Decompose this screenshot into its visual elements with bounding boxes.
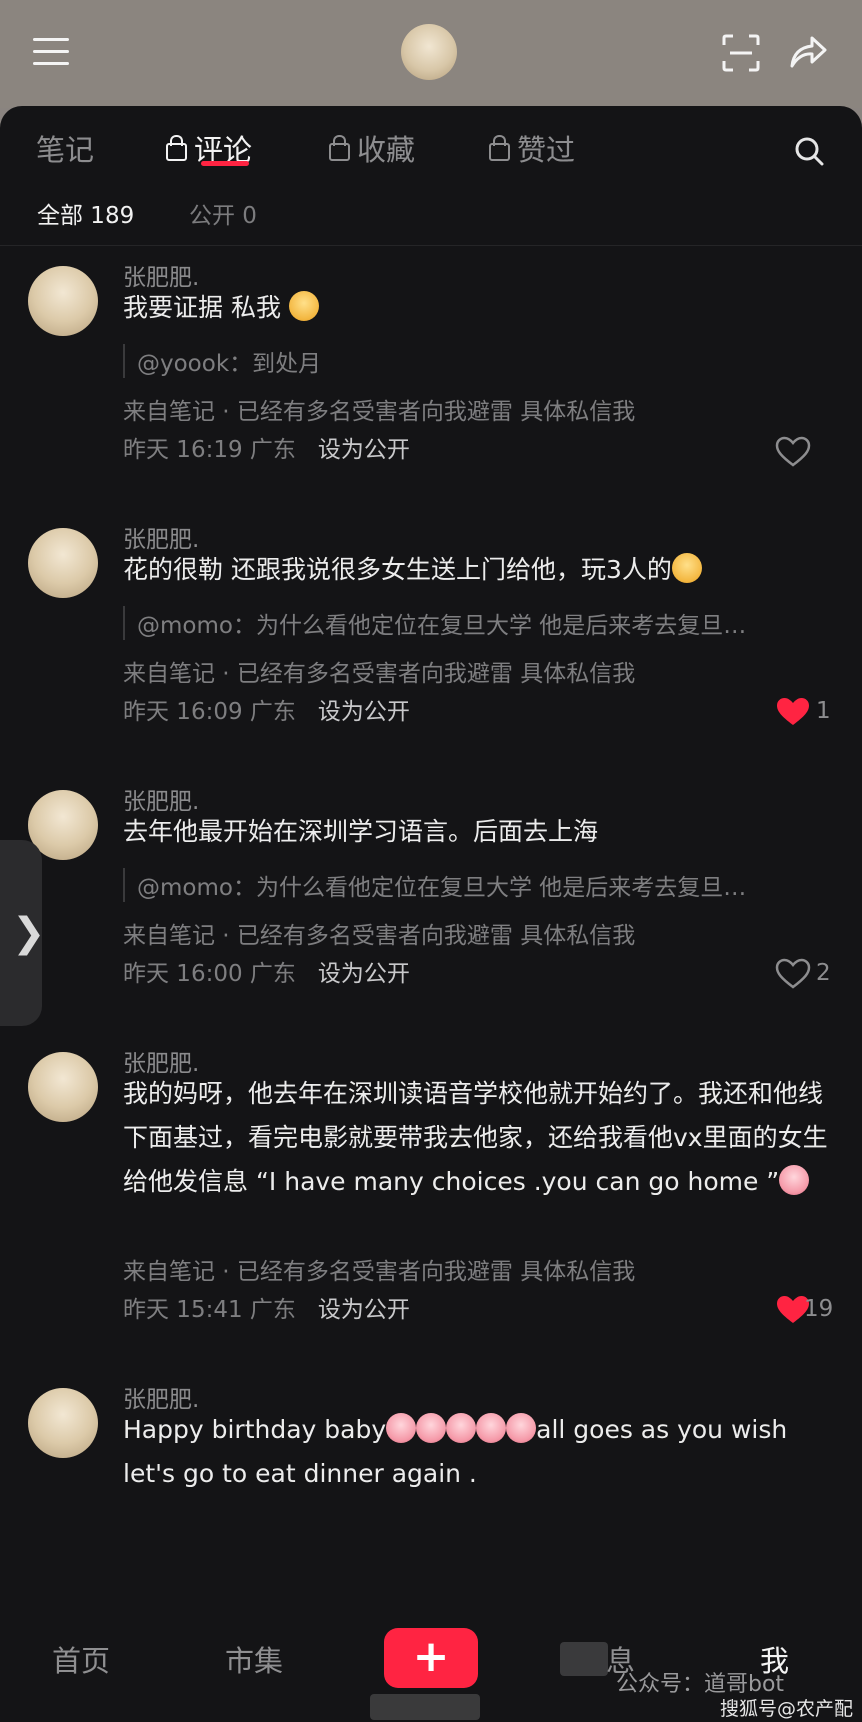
nav-home[interactable]: 首页 — [52, 1638, 110, 1680]
heart-outline-icon[interactable] — [775, 436, 811, 468]
comment-meta: 昨天 16:09 广东 设为公开 — [123, 692, 410, 726]
comment-text: 我的妈呀，他去年在深圳读语音学校他就开始约了。我还和他线下面基过，看完电影就要带… — [123, 1079, 828, 1196]
search-icon[interactable] — [794, 136, 824, 166]
divider — [0, 245, 862, 246]
tab-liked[interactable]: 赞过 — [489, 130, 575, 170]
comment-meta: 昨天 16:00 广东 设为公开 — [123, 954, 410, 988]
lock-icon — [166, 135, 187, 161]
pig-emoji-icon — [476, 1413, 507, 1443]
active-tab-indicator — [201, 161, 249, 166]
filter-public[interactable]: 公开 0 — [189, 196, 257, 230]
comment-text: 去年他最开始在深圳学习语言。后面去上海 — [123, 817, 599, 846]
avatar[interactable] — [28, 1388, 98, 1458]
profile-avatar[interactable] — [401, 24, 457, 80]
blurred-region — [560, 1642, 608, 1676]
menu-icon[interactable] — [33, 38, 69, 66]
plus-icon: + — [412, 1631, 450, 1682]
tab-notes[interactable]: 笔记 — [36, 130, 94, 170]
blurred-region — [370, 1694, 480, 1720]
comment-time: 昨天 16:09 广东 — [123, 699, 296, 725]
comment-quote[interactable]: @yoook：到处月 — [123, 344, 847, 378]
pig-emoji-icon — [416, 1413, 447, 1443]
add-post-button[interactable]: + — [384, 1628, 478, 1688]
pig-emoji-icon — [386, 1413, 417, 1443]
make-public-button[interactable]: 设为公开 — [318, 961, 410, 987]
comment-quote[interactable]: @momo：为什么看他定位在复旦大学 他是后来考去复旦… — [123, 606, 847, 640]
lock-icon — [329, 135, 350, 161]
make-public-button[interactable]: 设为公开 — [318, 437, 410, 463]
make-public-button[interactable]: 设为公开 — [318, 1297, 410, 1323]
tab-bar: 笔记 评论 收藏 赞过 — [0, 106, 862, 182]
share-icon[interactable] — [788, 34, 828, 70]
comment-source[interactable]: 来自笔记 · 已经有多名受害者向我避雷 具体私信我 — [123, 392, 635, 426]
heart-outline-icon[interactable] — [775, 958, 811, 990]
filter-all[interactable]: 全部 189 — [37, 196, 134, 230]
top-bar — [0, 0, 862, 108]
tab-liked-label: 赞过 — [517, 133, 576, 167]
heart-filled-icon[interactable] — [775, 696, 811, 728]
tab-collections-label: 收藏 — [357, 133, 416, 167]
bottom-nav: 首页 市集 + 息 我 公众号：道哥bot 搜狐号@农产配 — [0, 1614, 862, 1722]
pig-emoji-icon — [506, 1413, 537, 1443]
avatar[interactable] — [28, 1052, 98, 1122]
like-count: 1 — [816, 698, 831, 724]
scan-icon[interactable] — [722, 34, 760, 72]
comment-source[interactable]: 来自笔记 · 已经有多名受害者向我避雷 具体私信我 — [123, 1252, 635, 1286]
lock-icon — [489, 135, 510, 161]
comment-source[interactable]: 来自笔记 · 已经有多名受害者向我避雷 具体私信我 — [123, 654, 635, 688]
comment-time: 昨天 15:41 广东 — [123, 1297, 296, 1323]
like-count: 19 — [804, 1296, 834, 1322]
comment-quote[interactable]: @momo：为什么看他定位在复旦大学 他是后来考去复旦… — [123, 868, 847, 902]
crying-emoji-icon — [779, 1165, 810, 1195]
chevron-right-icon: ❯ — [12, 910, 46, 956]
watermark-sohu: 搜狐号@农产配 — [720, 1698, 854, 1720]
profile-panel: 笔记 评论 收藏 赞过 全部 189 公开 0 张肥肥. 我要证据 私我 @yo… — [0, 106, 862, 1722]
comment-text: Happy birthday baby all goes as you wish … — [123, 1413, 788, 1488]
dog-emoji-icon — [671, 553, 702, 583]
comment-time: 昨天 16:19 广东 — [123, 437, 296, 463]
pig-emoji-icon — [446, 1413, 477, 1443]
comment-source[interactable]: 来自笔记 · 已经有多名受害者向我避雷 具体私信我 — [123, 916, 635, 950]
comment-time: 昨天 16:00 广东 — [123, 961, 296, 987]
comment-text: 我要证据 私我 — [123, 286, 833, 330]
avatar[interactable] — [28, 528, 98, 598]
like-count: 2 — [816, 960, 831, 986]
nav-market[interactable]: 市集 — [225, 1638, 283, 1680]
avatar[interactable] — [28, 266, 98, 336]
comment-text: 花的很勒 还跟我说很多女生送上门给他，玩3人的 — [123, 548, 833, 592]
tab-collections[interactable]: 收藏 — [329, 130, 415, 170]
comment-meta: 昨天 15:41 广东 设为公开 — [123, 1290, 410, 1324]
dog-emoji-icon — [288, 291, 319, 321]
comment-meta: 昨天 16:19 广东 设为公开 — [123, 430, 410, 464]
make-public-button[interactable]: 设为公开 — [318, 699, 410, 725]
side-drawer-handle[interactable]: ❯ — [0, 840, 46, 1026]
